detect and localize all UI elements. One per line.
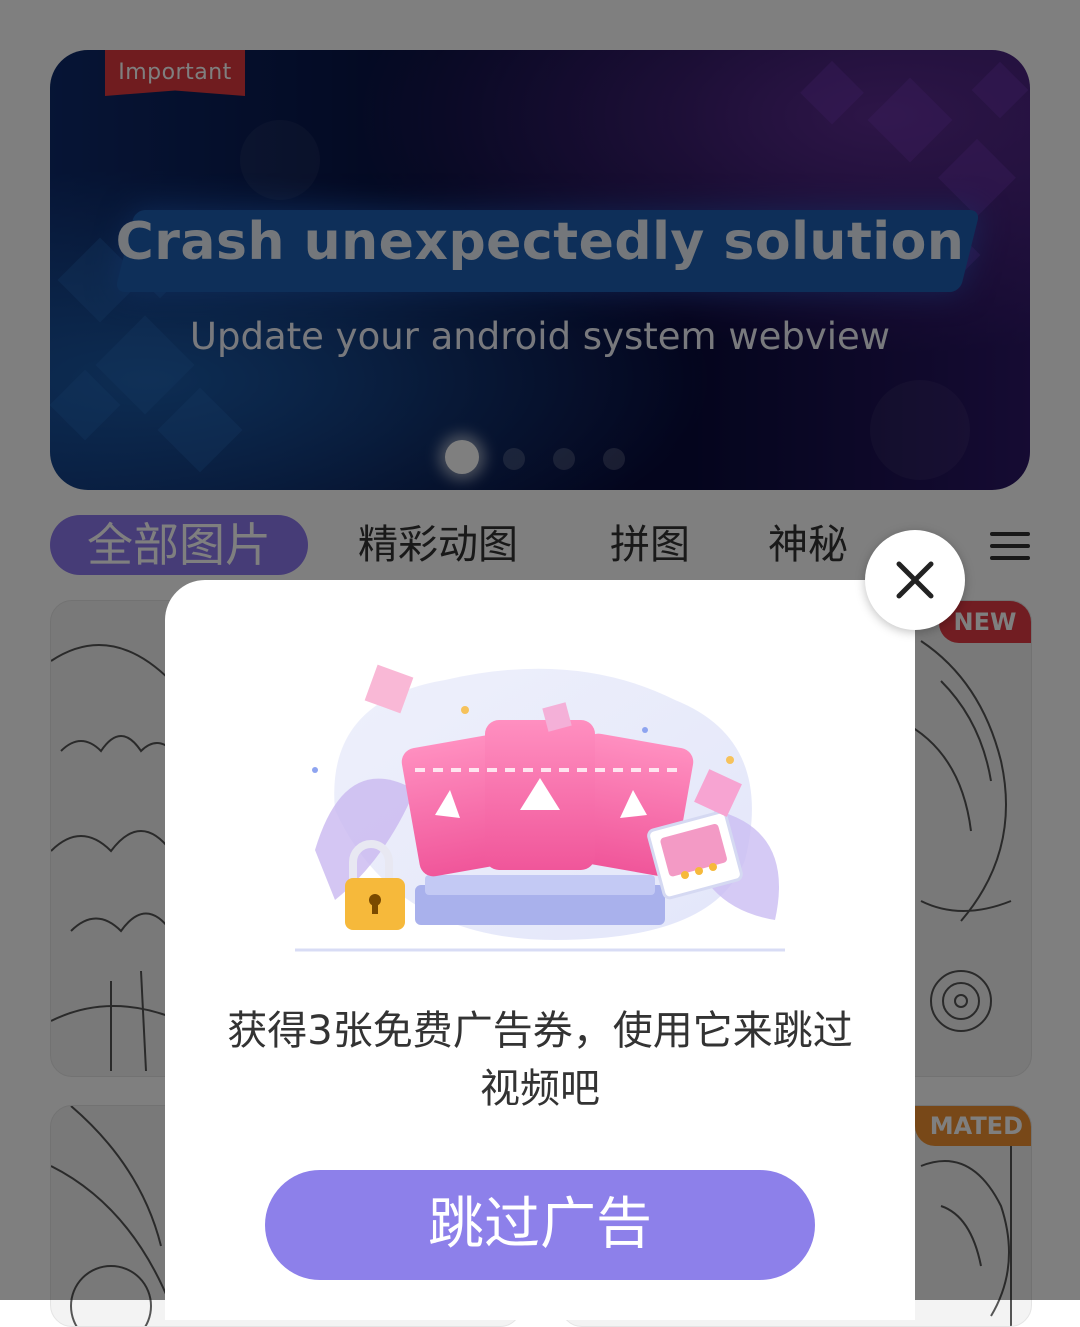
close-icon xyxy=(896,561,934,599)
dialog-message: 获得3张免费广告券，使用它来跳过 视频吧 xyxy=(175,1002,905,1118)
ticket-icon xyxy=(401,720,694,877)
dialog-message-line-2: 视频吧 xyxy=(480,1066,600,1112)
dialog-message-line-1: 获得3张免费广告券，使用它来跳过 xyxy=(227,1008,853,1054)
skip-ad-button[interactable]: 跳过广告 xyxy=(265,1170,815,1280)
ad-ticket-dialog: 获得3张免费广告券，使用它来跳过 视频吧 跳过广告 xyxy=(165,580,915,1320)
close-dialog-button[interactable] xyxy=(865,530,965,630)
ad-ticket-illustration xyxy=(295,664,785,952)
